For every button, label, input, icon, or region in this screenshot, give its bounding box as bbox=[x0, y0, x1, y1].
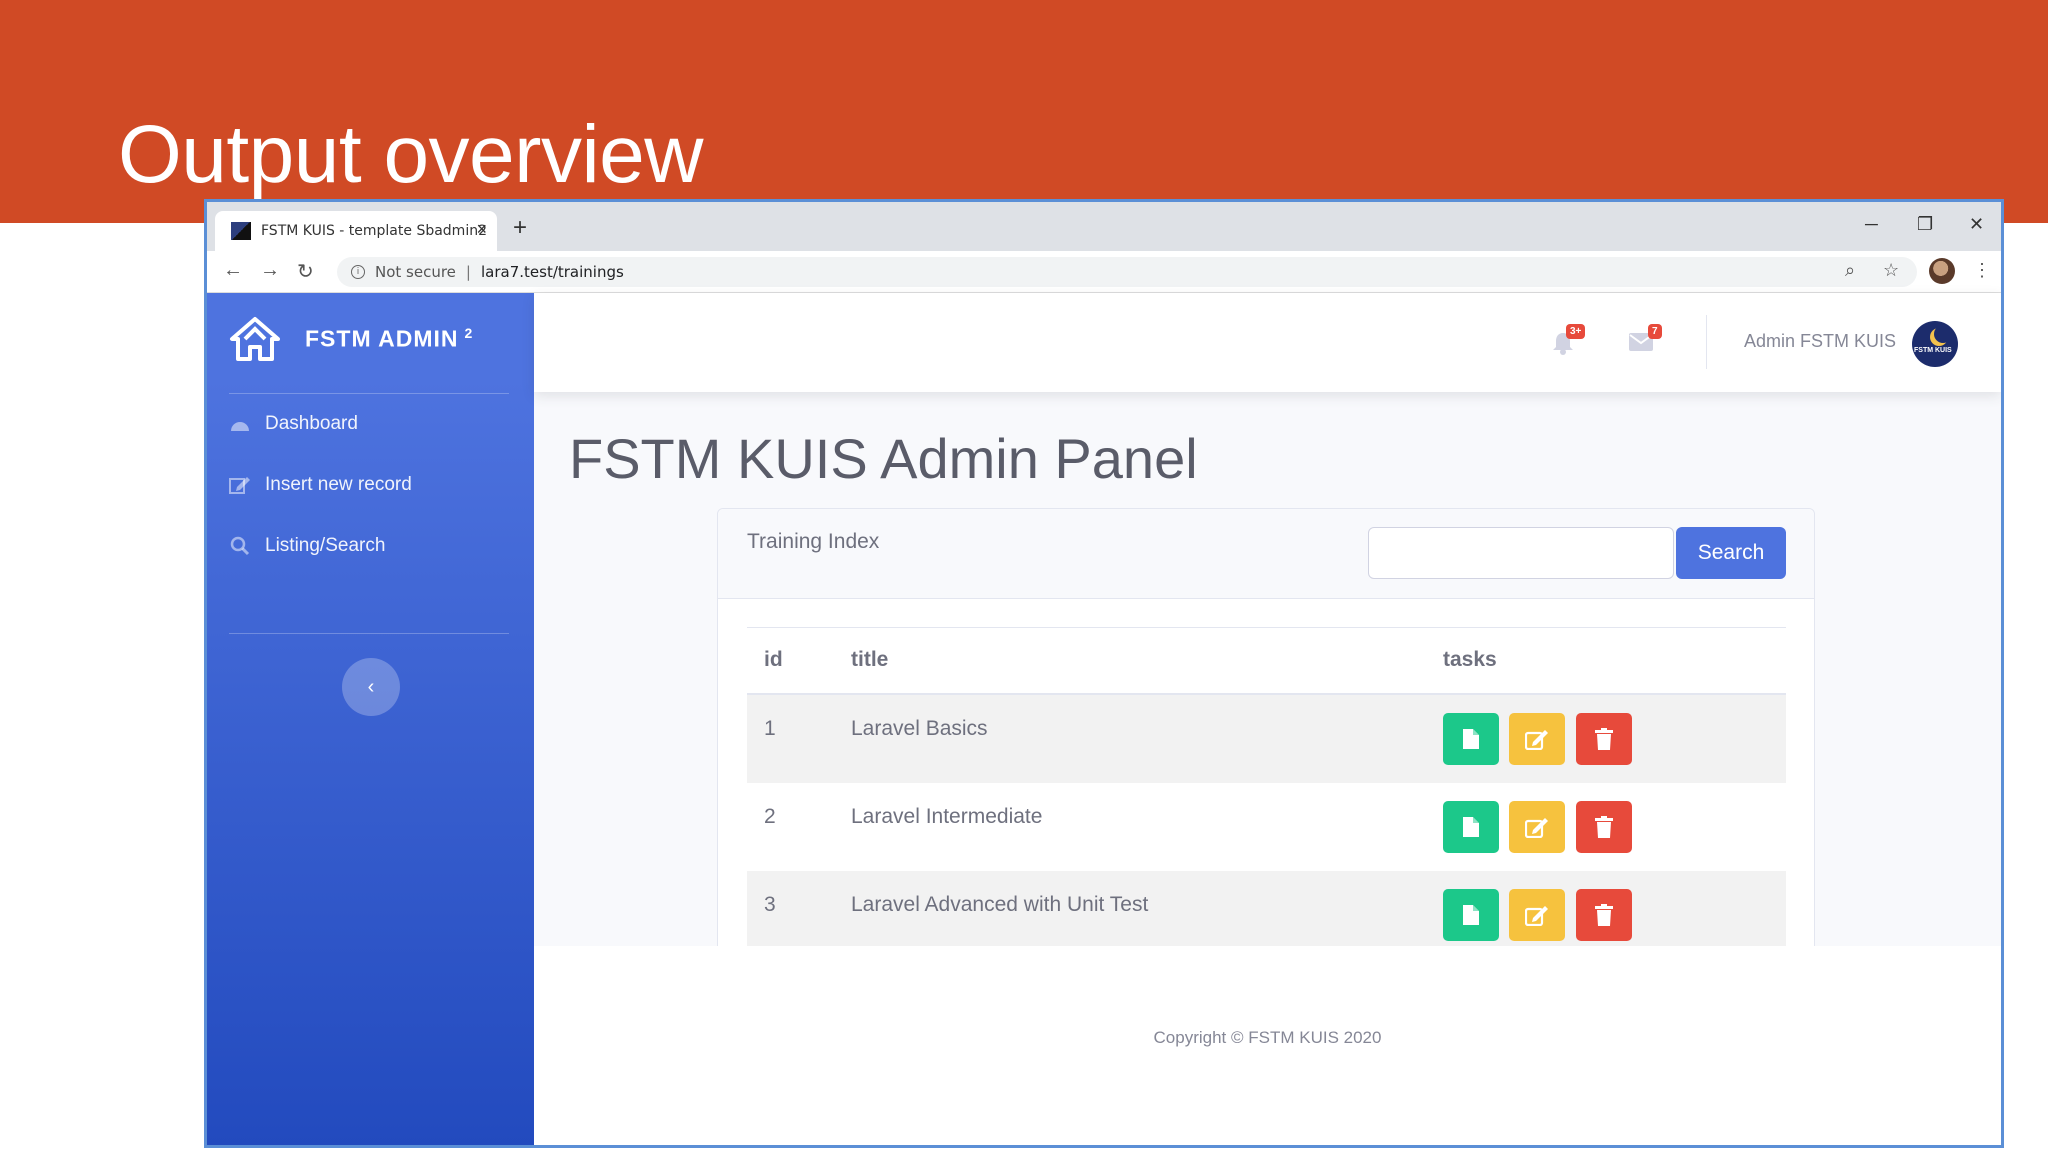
sidebar-item-label: Listing/Search bbox=[265, 535, 386, 556]
file-icon bbox=[1463, 905, 1479, 925]
row-id: 1 bbox=[764, 717, 776, 740]
url-field[interactable]: i Not secure | lara7.test/trainings bbox=[337, 257, 1917, 287]
column-header-title: title bbox=[851, 648, 889, 671]
admin-app: FSTM ADMIN2 Dashboard Insert new record bbox=[207, 293, 2001, 1145]
sidebar-item-dashboard[interactable]: Dashboard bbox=[229, 413, 358, 435]
card-title: Training Index bbox=[747, 530, 880, 553]
delete-button[interactable] bbox=[1576, 801, 1632, 853]
not-secure-label: Not secure bbox=[375, 263, 456, 281]
view-button[interactable] bbox=[1443, 801, 1499, 853]
info-icon[interactable]: i bbox=[351, 265, 365, 279]
column-header-tasks: tasks bbox=[1443, 648, 1497, 671]
minimize-button[interactable]: ─ bbox=[1865, 214, 1878, 235]
row-id: 2 bbox=[764, 805, 776, 828]
user-name[interactable]: Admin FSTM KUIS bbox=[1744, 331, 1896, 352]
training-card: Training Index Search id title tasks 1 L… bbox=[717, 508, 1815, 1013]
edit-button[interactable] bbox=[1509, 889, 1565, 941]
url-separator: | bbox=[465, 263, 471, 281]
alerts-badge: 3+ bbox=[1566, 324, 1586, 339]
user-avatar[interactable]: FSTM KUIS bbox=[1912, 321, 1958, 367]
zoom-icon[interactable]: ⌕ bbox=[1845, 260, 1855, 281]
kebab-menu-icon[interactable]: ⋮ bbox=[1973, 260, 1991, 281]
sidebar-toggle-button[interactable]: ‹ bbox=[342, 658, 400, 716]
forward-icon[interactable]: → bbox=[260, 259, 280, 282]
file-icon bbox=[1463, 817, 1479, 837]
view-button[interactable] bbox=[1443, 713, 1499, 765]
restore-button[interactable]: ❐ bbox=[1917, 214, 1933, 235]
column-header-id: id bbox=[764, 648, 783, 671]
page-title: FSTM KUIS Admin Panel bbox=[569, 427, 1198, 490]
address-bar: ← → ↻ i Not secure | lara7.test/training… bbox=[207, 251, 2001, 293]
row-title: Laravel Intermediate bbox=[851, 805, 1043, 828]
edit-button[interactable] bbox=[1509, 713, 1565, 765]
table-row: 1 Laravel Basics bbox=[747, 695, 1786, 783]
row-title: Laravel Basics bbox=[851, 717, 988, 740]
brand-name: FSTM ADMIN 2 bbox=[305, 325, 474, 352]
home-icon bbox=[230, 317, 280, 361]
moon-logo-icon bbox=[1934, 325, 1952, 343]
tachometer-icon bbox=[229, 414, 251, 434]
new-tab-button[interactable]: + bbox=[513, 214, 527, 242]
browser-tab[interactable]: FSTM KUIS - template Sbadmin2 × bbox=[215, 211, 497, 251]
row-title: Laravel Advanced with Unit Test bbox=[851, 893, 1149, 916]
delete-button[interactable] bbox=[1576, 713, 1632, 765]
trash-icon bbox=[1595, 904, 1613, 926]
tab-close-icon[interactable]: × bbox=[476, 219, 487, 240]
view-button[interactable] bbox=[1443, 889, 1499, 941]
search-input[interactable] bbox=[1368, 527, 1674, 579]
edit-icon bbox=[1525, 906, 1548, 926]
sidebar-divider bbox=[229, 393, 509, 394]
sidebar-item-label: Dashboard bbox=[265, 413, 358, 434]
back-icon[interactable]: ← bbox=[223, 259, 243, 282]
file-icon bbox=[1463, 729, 1479, 749]
training-table: id title tasks 1 Laravel Basics 2 Larave… bbox=[747, 627, 1786, 959]
topbar: 3+ 7 Admin FSTM KUIS FSTM KUIS bbox=[534, 293, 2001, 392]
row-id: 3 bbox=[764, 893, 776, 916]
profile-avatar[interactable] bbox=[1929, 258, 1955, 284]
tab-title: FSTM KUIS - template Sbadmin2 bbox=[261, 223, 487, 239]
delete-button[interactable] bbox=[1576, 889, 1632, 941]
brand-superscript: 2 bbox=[464, 325, 474, 342]
table-row: 2 Laravel Intermediate bbox=[747, 783, 1786, 871]
reload-icon[interactable]: ↻ bbox=[297, 259, 314, 284]
edit-button[interactable] bbox=[1509, 801, 1565, 853]
edit-icon bbox=[1525, 818, 1548, 838]
edit-icon bbox=[229, 475, 251, 495]
tab-strip: FSTM KUIS - template Sbadmin2 × + ─ ❐ ✕ bbox=[207, 202, 2001, 251]
avatar-logo-text: FSTM KUIS bbox=[1914, 347, 1952, 354]
trash-icon bbox=[1595, 816, 1613, 838]
search-button[interactable]: Search bbox=[1676, 527, 1786, 579]
url-text: lara7.test/trainings bbox=[480, 263, 624, 281]
topbar-divider bbox=[1706, 315, 1707, 369]
sidebar: FSTM ADMIN2 Dashboard Insert new record bbox=[207, 293, 534, 1145]
main-content: 3+ 7 Admin FSTM KUIS FSTM KUIS FSTM KUIS… bbox=[534, 293, 2001, 1145]
sidebar-divider bbox=[229, 633, 509, 634]
sidebar-item-listing[interactable]: Listing/Search bbox=[229, 535, 385, 557]
sidebar-brand[interactable]: FSTM ADMIN 2 bbox=[229, 315, 473, 363]
trash-icon bbox=[1595, 728, 1613, 750]
edit-icon bbox=[1525, 730, 1548, 750]
search-icon bbox=[229, 536, 251, 556]
table-header: id title tasks bbox=[747, 627, 1786, 695]
browser-window: FSTM KUIS - template Sbadmin2 × + ─ ❐ ✕ … bbox=[204, 199, 2004, 1148]
window-close-button[interactable]: ✕ bbox=[1969, 214, 1984, 235]
bookmark-star-icon[interactable]: ☆ bbox=[1883, 260, 1899, 281]
card-header: Training Index Search bbox=[718, 509, 1814, 599]
chevron-left-icon: ‹ bbox=[367, 675, 375, 698]
copyright-text: Copyright © FSTM KUIS 2020 bbox=[1153, 1028, 1382, 1047]
sidebar-item-insert[interactable]: Insert new record bbox=[229, 474, 412, 496]
slide-title: Output overview bbox=[118, 109, 704, 200]
favicon-icon bbox=[231, 222, 251, 240]
sidebar-item-label: Insert new record bbox=[265, 474, 412, 495]
messages-badge: 7 bbox=[1648, 324, 1662, 339]
